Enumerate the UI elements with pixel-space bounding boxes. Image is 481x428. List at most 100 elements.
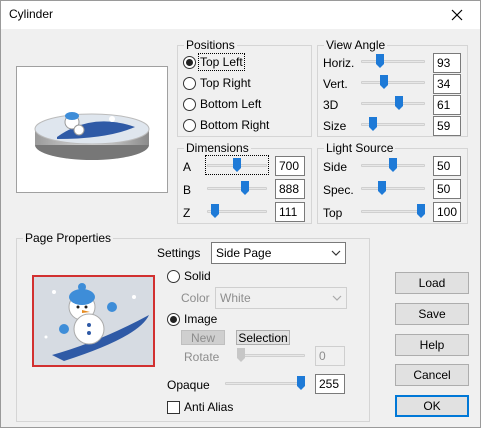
cylinder-preview-image bbox=[34, 112, 150, 160]
slider-thumb[interactable] bbox=[380, 75, 388, 89]
size-slider[interactable] bbox=[361, 116, 425, 132]
save-button[interactable]: Save bbox=[395, 303, 469, 325]
color-label: Color bbox=[181, 291, 210, 305]
radio-button-checked[interactable] bbox=[167, 312, 180, 326]
slider-thumb[interactable] bbox=[237, 348, 245, 362]
settings-dropdown-value: Side Page bbox=[216, 246, 272, 260]
dimension-a-slider[interactable] bbox=[205, 155, 269, 175]
dimension-a-value-field[interactable]: 700 bbox=[275, 156, 305, 176]
radio-top-left-label: Top Left bbox=[198, 53, 245, 71]
radio-bottom-right-label: Bottom Right bbox=[200, 118, 270, 132]
radio-bottom-left-label: Bottom Left bbox=[200, 97, 262, 111]
radio-image-label: Image bbox=[184, 312, 218, 326]
spec-label: Spec. bbox=[323, 183, 354, 197]
top-slider[interactable] bbox=[361, 203, 425, 219]
horiz-value-field[interactable]: 93 bbox=[433, 53, 461, 73]
vert-label: Vert. bbox=[323, 77, 348, 91]
radio-solid[interactable]: Solid bbox=[167, 267, 211, 285]
light-source-group-label: Light Source bbox=[324, 141, 396, 155]
dimension-b-slider[interactable] bbox=[207, 180, 267, 196]
ok-button[interactable]: OK bbox=[395, 395, 469, 417]
top-label: Top bbox=[323, 206, 343, 220]
opaque-value-field[interactable]: 255 bbox=[315, 374, 345, 394]
slider-thumb[interactable] bbox=[395, 96, 403, 110]
radio-button[interactable] bbox=[183, 118, 196, 132]
radio-button[interactable] bbox=[183, 97, 196, 111]
radio-bottom-right[interactable]: Bottom Right bbox=[183, 116, 269, 134]
horiz-slider[interactable] bbox=[361, 53, 425, 69]
anti-alias-label: Anti Alias bbox=[184, 400, 234, 414]
opaque-label: Opaque bbox=[167, 378, 210, 392]
close-icon bbox=[451, 9, 463, 21]
radio-image[interactable]: Image bbox=[167, 310, 217, 328]
dimension-z-value-field[interactable]: 111 bbox=[275, 202, 305, 222]
dimension-z-label: Z bbox=[183, 206, 191, 220]
slider-track bbox=[207, 187, 267, 190]
slider-track bbox=[225, 382, 305, 385]
selection-button[interactable]: Selection bbox=[236, 330, 290, 345]
slider-thumb[interactable] bbox=[211, 204, 219, 218]
spec-slider[interactable] bbox=[361, 180, 425, 196]
opaque-slider[interactable] bbox=[225, 375, 305, 391]
color-dropdown[interactable]: White bbox=[215, 287, 347, 309]
positions-group-label: Positions bbox=[184, 38, 237, 52]
new-button[interactable]: New bbox=[181, 330, 225, 345]
slider-thumb[interactable] bbox=[376, 54, 384, 68]
radio-bottom-left[interactable]: Bottom Left bbox=[183, 95, 261, 113]
vert-slider[interactable] bbox=[361, 74, 425, 90]
load-button[interactable]: Load bbox=[395, 272, 469, 294]
cylinder-dialog: Cylinder Positions Top Left Top Right Bo… bbox=[0, 0, 481, 428]
cancel-button[interactable]: Cancel bbox=[395, 364, 469, 386]
title-bar: Cylinder bbox=[1, 1, 480, 29]
size-label: Size bbox=[323, 119, 347, 133]
radio-button[interactable] bbox=[167, 269, 180, 283]
rotate-label: Rotate bbox=[184, 350, 220, 364]
3d-value-field[interactable]: 61 bbox=[433, 95, 461, 115]
preview-panel bbox=[16, 66, 168, 193]
slider-thumb[interactable] bbox=[241, 181, 249, 195]
rotate-slider[interactable] bbox=[237, 347, 305, 363]
positions-group: Positions Top Left Top Right Bottom Left… bbox=[177, 38, 312, 137]
dimensions-group-label: Dimensions bbox=[184, 141, 251, 155]
dimension-z-slider[interactable] bbox=[207, 203, 267, 219]
slider-thumb[interactable] bbox=[369, 117, 377, 131]
slider-thumb[interactable] bbox=[389, 158, 397, 172]
slider-track bbox=[361, 60, 425, 63]
radio-button-checked[interactable] bbox=[183, 55, 196, 69]
slider-track bbox=[361, 102, 425, 105]
size-value-field[interactable]: 59 bbox=[433, 116, 461, 136]
radio-top-right[interactable]: Top Right bbox=[183, 74, 251, 92]
checkbox-box[interactable] bbox=[167, 400, 180, 414]
slider-track bbox=[361, 187, 425, 190]
dimension-a-label: A bbox=[183, 160, 192, 174]
help-button[interactable]: Help bbox=[395, 334, 469, 356]
page-image-thumbnail bbox=[32, 275, 155, 367]
side-slider[interactable] bbox=[361, 157, 425, 173]
settings-label: Settings bbox=[157, 246, 201, 260]
dimension-b-value-field[interactable]: 888 bbox=[275, 179, 305, 199]
page-properties-group-label: Page Properties bbox=[23, 231, 114, 245]
slider-thumb[interactable] bbox=[233, 158, 241, 172]
window-title: Cylinder bbox=[9, 7, 54, 21]
spec-value-field[interactable]: 50 bbox=[433, 179, 461, 199]
dimension-b-label: B bbox=[183, 183, 192, 197]
side-label: Side bbox=[323, 160, 348, 174]
side-value-field[interactable]: 50 bbox=[433, 156, 461, 176]
rotate-value-field[interactable]: 0 bbox=[315, 346, 345, 366]
slider-thumb[interactable] bbox=[417, 204, 425, 218]
slider-track bbox=[237, 354, 305, 357]
radio-solid-label: Solid bbox=[184, 269, 211, 283]
slider-track bbox=[361, 210, 425, 213]
chevron-down-icon bbox=[332, 295, 342, 301]
radio-button[interactable] bbox=[183, 76, 196, 90]
3d-slider[interactable] bbox=[361, 95, 425, 111]
close-button[interactable] bbox=[434, 1, 480, 29]
chevron-down-icon bbox=[331, 250, 341, 256]
slider-thumb[interactable] bbox=[297, 376, 305, 390]
top-value-field[interactable]: 100 bbox=[433, 202, 461, 222]
settings-dropdown[interactable]: Side Page bbox=[211, 242, 346, 264]
slider-thumb[interactable] bbox=[378, 181, 386, 195]
radio-top-left[interactable]: Top Left bbox=[183, 53, 245, 71]
anti-alias-checkbox[interactable]: Anti Alias bbox=[167, 398, 233, 416]
vert-value-field[interactable]: 34 bbox=[433, 74, 461, 94]
